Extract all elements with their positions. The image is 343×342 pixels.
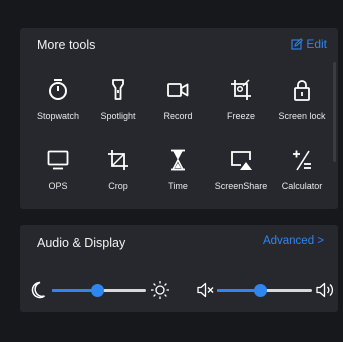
stopwatch-icon xyxy=(49,79,67,100)
tool-label: Spotlight xyxy=(100,111,136,121)
moon-icon xyxy=(31,281,45,299)
tool-label: Freeze xyxy=(226,111,255,121)
more-tools-title: More tools xyxy=(37,38,96,52)
tool-spotlight[interactable]: Spotlight xyxy=(87,78,149,121)
record-icon xyxy=(167,83,189,97)
mute-icon[interactable] xyxy=(197,282,215,298)
sun-icon xyxy=(151,281,169,299)
edit-label: Edit xyxy=(306,37,327,51)
tool-screenshare[interactable]: ScreenShare xyxy=(210,148,272,191)
tool-record[interactable]: Record xyxy=(147,78,209,121)
tool-crop[interactable]: Crop xyxy=(87,148,149,191)
tool-label: Stopwatch xyxy=(36,111,80,121)
tool-label: Calculator xyxy=(281,181,323,191)
spotlight-icon xyxy=(112,79,124,100)
calculator-icon xyxy=(293,150,311,171)
tool-calculator[interactable]: Calculator xyxy=(271,148,333,191)
edit-button[interactable]: Edit xyxy=(291,37,327,51)
audio-display-panel: Audio & Display Advanced > xyxy=(20,225,338,312)
tool-label: OPS xyxy=(48,181,68,191)
tool-ops[interactable]: OPS xyxy=(27,148,89,191)
monitor-icon xyxy=(47,150,69,170)
tool-label: Record xyxy=(163,111,193,121)
tool-label: Time xyxy=(168,181,188,191)
brightness-slider[interactable] xyxy=(52,278,146,302)
scrollbar[interactable] xyxy=(333,62,336,162)
tool-freeze[interactable]: Freeze xyxy=(210,78,272,121)
tool-screen-lock[interactable]: Screen lock xyxy=(271,78,333,121)
more-tools-panel: More tools Edit Stopwatch Spotlight Reco… xyxy=(20,28,338,209)
tool-label: Screen lock xyxy=(278,111,326,121)
volume-icon[interactable] xyxy=(316,282,336,298)
crop-icon xyxy=(108,150,128,170)
volume-thumb[interactable] xyxy=(254,284,267,297)
advanced-link[interactable]: Advanced > xyxy=(263,235,324,247)
tool-label: ScreenShare xyxy=(214,181,268,191)
hourglass-icon xyxy=(171,149,185,171)
tool-stopwatch[interactable]: Stopwatch xyxy=(27,78,89,121)
screenshare-icon xyxy=(231,151,252,170)
edit-icon xyxy=(291,38,304,50)
lock-icon xyxy=(294,80,310,101)
brightness-thumb[interactable] xyxy=(91,284,104,297)
tool-time[interactable]: Time xyxy=(147,148,209,191)
freeze-icon xyxy=(231,79,251,100)
tool-label: Crop xyxy=(108,181,128,191)
audio-display-title: Audio & Display xyxy=(37,236,126,250)
volume-slider[interactable] xyxy=(217,278,312,302)
control-center: More tools Edit Stopwatch Spotlight Reco… xyxy=(0,0,343,342)
